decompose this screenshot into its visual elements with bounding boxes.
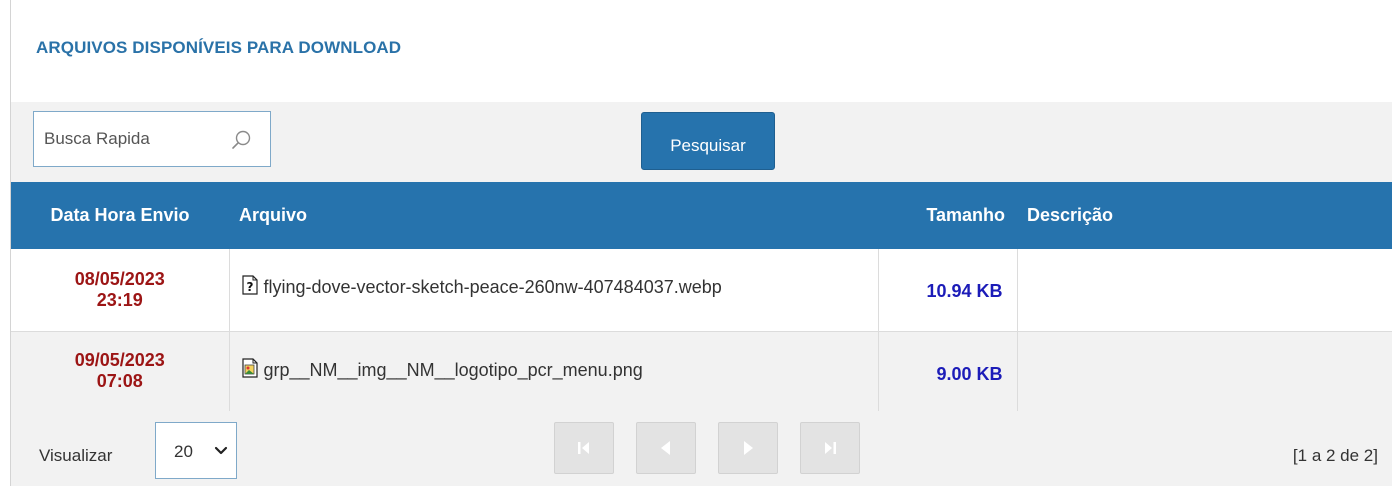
file-link[interactable]: grp__NM__img__NM__logotipo_pcr_menu.png: [264, 360, 643, 380]
search-button[interactable]: Pesquisar: [641, 112, 775, 170]
column-header-description[interactable]: Descrição: [1017, 182, 1392, 249]
record-range: [1 a 2 de 2]: [1292, 446, 1378, 465]
column-header-size[interactable]: Tamanho: [878, 182, 1017, 249]
last-page-icon: [825, 442, 836, 454]
table-row[interactable]: 09/05/2023 07:08 grp__NM__img__NM__logot…: [11, 331, 1392, 412]
page-title: ARQUIVOS DISPONÍVEIS PARA DOWNLOAD: [36, 38, 402, 57]
image-file-icon: [241, 357, 258, 378]
row-time: 23:19: [96, 289, 143, 310]
page-size-select[interactable]: 20: [155, 422, 237, 479]
row-description: [1017, 249, 1392, 332]
table-header-row: Data Hora Envio Arquivo Tamanho Descriçã…: [11, 182, 1392, 249]
pagination-bar: Visualizar 20 [1 a 2 de 2]: [11, 411, 1392, 486]
row-date-cell: 09/05/2023 07:08: [11, 331, 230, 412]
search-toolbar: Pesquisar: [11, 102, 1392, 182]
row-date: 09/05/2023: [74, 350, 165, 370]
row-description: [1017, 331, 1392, 412]
page-size-value: 20: [174, 442, 193, 461]
next-page-button[interactable]: [718, 422, 778, 474]
row-file-cell[interactable]: grp__NM__img__NM__logotipo_pcr_menu.png: [229, 331, 879, 412]
row-date-cell: 08/05/2023 23:19: [11, 249, 230, 332]
last-page-button[interactable]: [800, 422, 860, 474]
previous-page-icon: [661, 441, 670, 455]
search-box[interactable]: [33, 111, 271, 167]
first-page-icon: [578, 442, 589, 454]
column-header-date[interactable]: Data Hora Envio: [11, 182, 229, 249]
search-icon[interactable]: [230, 129, 252, 151]
row-file-cell[interactable]: ? flying-dove-vector-sketch-peace-260nw-…: [229, 249, 879, 332]
page: ARQUIVOS DISPONÍVEIS PARA DOWNLOAD Pesqu…: [0, 0, 1392, 486]
next-page-icon: [744, 441, 753, 455]
search-input[interactable]: [34, 112, 224, 166]
files-table: Data Hora Envio Arquivo Tamanho Descriçã…: [11, 182, 1392, 412]
table-row[interactable]: 08/05/2023 23:19 ? flying-dove-vector-sk…: [11, 249, 1392, 332]
svg-text:?: ?: [246, 280, 253, 294]
row-size: 9.00 KB: [878, 331, 1018, 412]
first-page-button[interactable]: [554, 422, 614, 474]
row-date: 08/05/2023: [74, 268, 165, 289]
row-time: 07:08: [96, 371, 143, 391]
chevron-down-icon: [214, 446, 228, 455]
row-size: 10.94 KB: [878, 249, 1018, 332]
unknown-file-icon: ?: [241, 275, 258, 295]
view-label: Visualizar: [39, 446, 113, 465]
column-header-file[interactable]: Arquivo: [229, 182, 878, 249]
file-link[interactable]: flying-dove-vector-sketch-peace-260nw-40…: [264, 277, 722, 297]
previous-page-button[interactable]: [636, 422, 696, 474]
